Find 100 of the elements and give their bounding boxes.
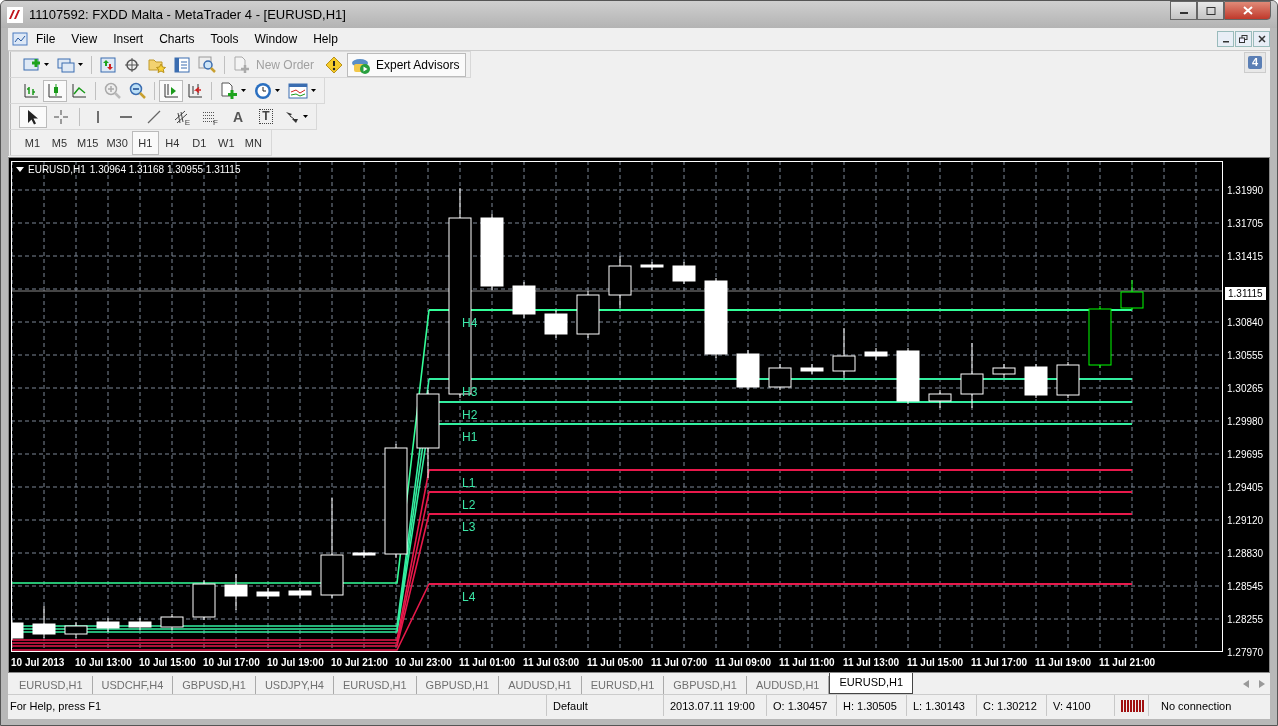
chart-tab[interactable]: EURUSD,H1 — [334, 676, 417, 694]
time-axis-label: 11 Jul 01:00 — [459, 656, 517, 668]
label-button[interactable]: T — [252, 105, 280, 128]
chart-template-icon — [288, 82, 308, 99]
time-axis-label: 11 Jul 13:00 — [843, 656, 901, 668]
candlestick — [96, 617, 120, 633]
chart-tab[interactable]: EURUSD,H1 — [10, 676, 93, 694]
timeframe-button[interactable]: W1 — [212, 130, 240, 155]
menu-item[interactable]: Insert — [105, 32, 152, 46]
window-title: 11107592: FXDD Malta - MetaTrader 4 - [EURUSD,H1] — [29, 7, 347, 22]
price-axis-label: 1.30555 — [1226, 349, 1265, 363]
caret-icon — [275, 89, 280, 92]
chart-tab[interactable]: EURUSD,H1 — [829, 673, 914, 694]
crosshair-icon — [124, 56, 140, 73]
timeframe-button[interactable]: D1 — [185, 130, 213, 155]
close-button[interactable] — [1224, 1, 1271, 20]
chart-tab[interactable]: GBPUSD,H1 — [173, 676, 256, 694]
zoom-in-icon — [104, 82, 121, 99]
candlestick-icon — [47, 82, 63, 99]
menu-item[interactable]: Window — [246, 32, 306, 46]
candlestick — [1120, 279, 1144, 311]
candlestick — [288, 587, 312, 599]
chart-tab[interactable]: GBPUSD,H1 — [664, 676, 747, 694]
scroll-right-icon[interactable] — [1259, 680, 1265, 688]
menu-item[interactable]: File — [28, 32, 64, 46]
time-axis-label: 11 Jul 19:00 — [1035, 656, 1093, 668]
time-axis-label: 11 Jul 21:00 — [1099, 656, 1157, 668]
menu-item[interactable]: Help — [305, 32, 346, 46]
candlestick — [736, 349, 760, 391]
chart-shift-button[interactable] — [159, 79, 183, 102]
chart-symbol: EURUSD,H1 — [28, 164, 86, 175]
timeframe-button[interactable]: H1 — [131, 130, 159, 155]
minimize-button[interactable] — [1170, 1, 1197, 20]
timeframe-button[interactable]: M5 — [46, 130, 73, 155]
timeframe-button[interactable]: M1 — [19, 130, 46, 155]
timeframe-button[interactable]: M30 — [102, 130, 132, 155]
line-chart-icon — [71, 82, 87, 99]
restore-button[interactable] — [1235, 31, 1252, 47]
cursor-icon — [27, 108, 39, 125]
menu-item[interactable]: Tools — [202, 32, 247, 46]
ohlc-values: 1.30964 1.31168 1.30955 1.31115 — [89, 164, 241, 175]
chart-tab[interactable]: USDCHF,H4 — [92, 676, 174, 694]
restore-icon — [1239, 35, 1248, 43]
chart-tab[interactable]: EURUSD,H1 — [581, 676, 665, 694]
pivot-label: L1 — [462, 476, 476, 490]
document-plus-icon — [220, 81, 238, 100]
close-price: C: 1.30212 — [976, 695, 1046, 716]
chart-tab[interactable]: USDJPY,H4 — [255, 676, 334, 694]
time-axis-label: 10 Jul 13:00 — [75, 656, 133, 668]
minimize-button[interactable] — [1217, 31, 1234, 47]
time-axis-label: 10 Jul 2013 — [11, 656, 66, 668]
candlestick — [928, 389, 952, 409]
cursor-button[interactable] — [19, 105, 47, 128]
chart-tab[interactable]: AUDUSD,H1 — [499, 676, 582, 694]
maximize-button[interactable] — [1197, 1, 1224, 20]
candlestick — [224, 573, 248, 611]
fibonacci-button[interactable]: F — [196, 105, 224, 128]
text-button[interactable]: A — [224, 105, 252, 128]
close-button[interactable] — [1253, 31, 1270, 47]
open-price: O: 1.30457 — [766, 695, 836, 716]
time-axis-label: 10 Jul 23:00 — [395, 656, 453, 668]
price-axis-label: 1.29695 — [1226, 448, 1265, 462]
time-axis-label: 11 Jul 09:00 — [715, 656, 773, 668]
candlestick — [1056, 361, 1080, 399]
chart-shift-icon — [163, 82, 179, 99]
caret-icon — [78, 63, 83, 66]
timeframe-button[interactable]: H4 — [158, 130, 186, 155]
dropdown-icon[interactable] — [16, 167, 24, 172]
menu-item[interactable]: Charts — [151, 32, 203, 46]
pivot-label: H2 — [462, 408, 478, 422]
price-axis-label: 1.28830 — [1226, 547, 1265, 561]
candlestick — [64, 621, 88, 639]
candlestick — [12, 619, 24, 641]
caret-icon — [303, 115, 308, 118]
caret-icon — [44, 63, 49, 66]
candlestick — [800, 363, 824, 375]
candlestick — [1088, 305, 1112, 369]
time-axis-label: 11 Jul 05:00 — [587, 656, 645, 668]
expert-advisors-button[interactable]: Expert Advisors — [347, 52, 467, 77]
time-axis-label: 11 Jul 15:00 — [907, 656, 965, 668]
timeframe-button[interactable]: M15 — [73, 130, 103, 155]
candlestick-button[interactable] — [43, 79, 67, 102]
time-axis-label: 10 Jul 17:00 — [203, 656, 261, 668]
maximize-icon — [1205, 6, 1216, 15]
menu-item[interactable]: View — [63, 32, 106, 46]
profile-name: Default — [546, 695, 663, 716]
pivot-label: L4 — [462, 590, 476, 604]
folder-star-icon — [148, 56, 166, 73]
candlestick — [832, 327, 856, 379]
chart-tab[interactable]: GBPUSD,H1 — [416, 676, 500, 694]
price-axis-label: 1.30265 — [1226, 382, 1265, 396]
close-icon — [1242, 6, 1253, 15]
channel-button[interactable]: E — [168, 105, 196, 128]
window-list-icon — [174, 56, 190, 73]
scroll-left-icon[interactable] — [1243, 680, 1249, 688]
timeframe-button[interactable]: MN — [239, 130, 267, 155]
price-axis-label: 1.29980 — [1226, 415, 1265, 429]
current-price-label: 1.31115 — [1225, 287, 1266, 300]
pivot-label: H1 — [462, 430, 478, 444]
candlestick — [960, 342, 984, 409]
